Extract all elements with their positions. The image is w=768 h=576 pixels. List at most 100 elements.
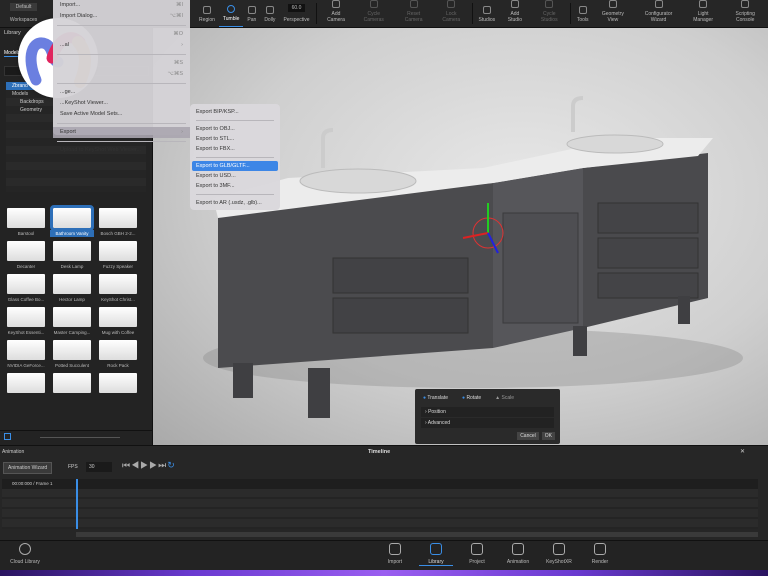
- toolbar-studios-button[interactable]: Studios: [474, 0, 499, 27]
- menu-item-shortcut: ⌘S: [173, 60, 183, 66]
- dock-label: Cloud Library: [10, 559, 40, 565]
- library-item[interactable]: Potted Succulent: [50, 340, 94, 369]
- dock-keyshotxr[interactable]: KeyShotXR: [542, 543, 576, 565]
- toolbar-cycle-studios-button[interactable]: Cycle Studios: [531, 0, 568, 27]
- export-menu-item[interactable]: Export to GLB/GLTF...: [192, 161, 278, 171]
- advanced-section[interactable]: › Advanced: [421, 418, 554, 428]
- toolbar-region-button[interactable]: Region: [195, 0, 219, 27]
- library-item[interactable]: Hector Lamp: [50, 274, 94, 303]
- menu-item[interactable]: Export ›: [53, 127, 190, 138]
- library-item[interactable]: [50, 373, 94, 397]
- library-item[interactable]: [4, 373, 48, 397]
- dock-cloud-library[interactable]: Cloud Library: [8, 543, 42, 565]
- library-item[interactable]: Bosch GBH 2-2...: [96, 208, 140, 237]
- fps-input[interactable]: 30: [86, 462, 112, 472]
- library-item[interactable]: Master Camping...: [50, 307, 94, 336]
- library-item[interactable]: Rock Pack: [96, 340, 140, 369]
- dock-animation[interactable]: Animation: [501, 543, 535, 565]
- advanced-label: Advanced: [427, 420, 451, 426]
- export-menu-item[interactable]: Export to OBJ...: [192, 124, 278, 134]
- timeline-ruler[interactable]: 00:00:000 / Frame 1: [2, 479, 758, 489]
- library-thumbnail: [99, 340, 137, 360]
- library-thumbnail: [50, 205, 94, 231]
- toolbar-tools-button[interactable]: Tools: [573, 0, 593, 27]
- export-menu-item[interactable]: Export to AR (.usdz, .glb)...: [192, 198, 278, 208]
- menu-item[interactable]: Save Active Model Sets...: [53, 109, 190, 120]
- export-menu-item[interactable]: Export to 3MF...: [192, 181, 278, 191]
- export-menu-item[interactable]: Export BIP/KSP...: [192, 107, 278, 117]
- library-item[interactable]: KeyShot Christ...: [96, 274, 140, 303]
- toolbar-dolly-button[interactable]: Dolly: [260, 0, 279, 27]
- translate-button[interactable]: ● Translate: [423, 395, 448, 401]
- fov-input[interactable]: 60.0: [287, 4, 306, 12]
- menu-item[interactable]: ⌥⌘S: [53, 69, 190, 80]
- dock-label: Animation: [506, 559, 530, 565]
- animation-icon: [512, 543, 524, 555]
- loop-icon[interactable]: ↻: [167, 460, 176, 470]
- timeline-tracks[interactable]: [2, 489, 758, 529]
- toolbar-lock-camera-button[interactable]: Lock Camera: [433, 0, 469, 27]
- menu-item[interactable]: Import... ⌘I: [53, 0, 190, 11]
- menu-item-label: Export: [60, 129, 76, 135]
- toolbar-geometry-view-button[interactable]: Geometry View: [593, 0, 634, 27]
- library-item[interactable]: Glass Coffee Bo...: [4, 274, 48, 303]
- rotate-button[interactable]: ● Rotate: [462, 395, 481, 401]
- library-thumbnail: [53, 274, 91, 294]
- position-section[interactable]: › Position: [421, 407, 554, 417]
- menu-item[interactable]: ⌘S: [53, 58, 190, 69]
- library-item[interactable]: KeyShot Essenti...: [4, 307, 48, 336]
- library-thumbnail: [99, 274, 137, 294]
- dock-render[interactable]: Render: [583, 543, 617, 565]
- menu-item[interactable]: Upload to KeyShot Web Viewer...: [53, 145, 190, 156]
- 3d-viewport[interactable]: [153, 28, 768, 445]
- library-item[interactable]: Barstool: [4, 208, 48, 237]
- library-item[interactable]: Desk Lamp: [50, 241, 94, 270]
- translate-label: Translate: [427, 395, 449, 401]
- animation-wizard-button[interactable]: Animation Wizard: [3, 462, 53, 474]
- toolbar-cycle-cameras-button[interactable]: Cycle Cameras: [353, 0, 394, 27]
- toolbar-pan-button[interactable]: Pan: [243, 0, 260, 27]
- toolbar-reset-camera-button[interactable]: Reset Camera: [394, 0, 433, 27]
- grid-view-icon[interactable]: [4, 433, 11, 440]
- export-menu-item[interactable]: Export to USD...: [192, 171, 278, 181]
- toolbar-label: Add Camera: [327, 11, 345, 23]
- menu-item[interactable]: ⌘O: [53, 29, 190, 40]
- export-menu-item[interactable]: Export to FBX...: [192, 144, 278, 154]
- scale-button[interactable]: ▲ Scale: [495, 395, 514, 401]
- menu-item[interactable]: ...al ›: [53, 40, 190, 51]
- workspace-select[interactable]: Default: [9, 3, 38, 11]
- menu-item[interactable]: ...KeyShot Viewer...: [53, 98, 190, 109]
- close-icon[interactable]: ✕: [740, 448, 745, 455]
- toolbar-scripting-console-button[interactable]: Scripting Console: [722, 0, 768, 27]
- library-item[interactable]: NVIDIA GeForce...: [4, 340, 48, 369]
- bathroom-vanity-model: [203, 96, 743, 418]
- library-item[interactable]: Bathroom Vanity: [50, 205, 94, 237]
- export-menu-item[interactable]: Export to STL...: [192, 134, 278, 144]
- toolbar-perspective-button[interactable]: 60.0 Perspective: [279, 0, 313, 27]
- dock-library[interactable]: Library: [419, 543, 453, 566]
- cancel-button[interactable]: Cancel: [517, 432, 539, 440]
- library-item-label: [50, 395, 94, 397]
- reset-camera-icon: [409, 0, 418, 8]
- toolbar-configurator-wizard-button[interactable]: Configurator Wizard: [633, 0, 684, 27]
- toolbar-add-studio-button[interactable]: Add Studio: [499, 0, 530, 27]
- library-item[interactable]: Decanter: [4, 241, 48, 270]
- add-camera-icon: [331, 0, 340, 8]
- dock-import[interactable]: Import: [378, 543, 412, 565]
- toolbar-add-camera-button[interactable]: Add Camera: [319, 0, 354, 27]
- ok-button[interactable]: OK: [541, 432, 555, 440]
- dock-label: Library: [428, 559, 444, 565]
- menu-item[interactable]: Import Dialog... ⌥⌘I: [53, 11, 190, 22]
- toolbar-light-manager-button[interactable]: Light Manager: [684, 0, 723, 27]
- playback-controls[interactable]: ⏮◀▶▶⏭↻: [122, 460, 176, 471]
- thumbnail-size-slider[interactable]: [40, 437, 120, 438]
- keyshotxr-icon: [553, 543, 565, 555]
- timeline-scrollbar[interactable]: [76, 532, 758, 537]
- library-item[interactable]: Fuzzy Speaker: [96, 241, 140, 270]
- dock-project[interactable]: Project: [460, 543, 494, 565]
- playhead[interactable]: [76, 479, 78, 529]
- library-item[interactable]: Mug with Coffee: [96, 307, 140, 336]
- toolbar-tumble-button[interactable]: Tumble: [218, 0, 244, 27]
- menu-item[interactable]: ...ge...: [53, 87, 190, 98]
- library-item[interactable]: [96, 373, 140, 397]
